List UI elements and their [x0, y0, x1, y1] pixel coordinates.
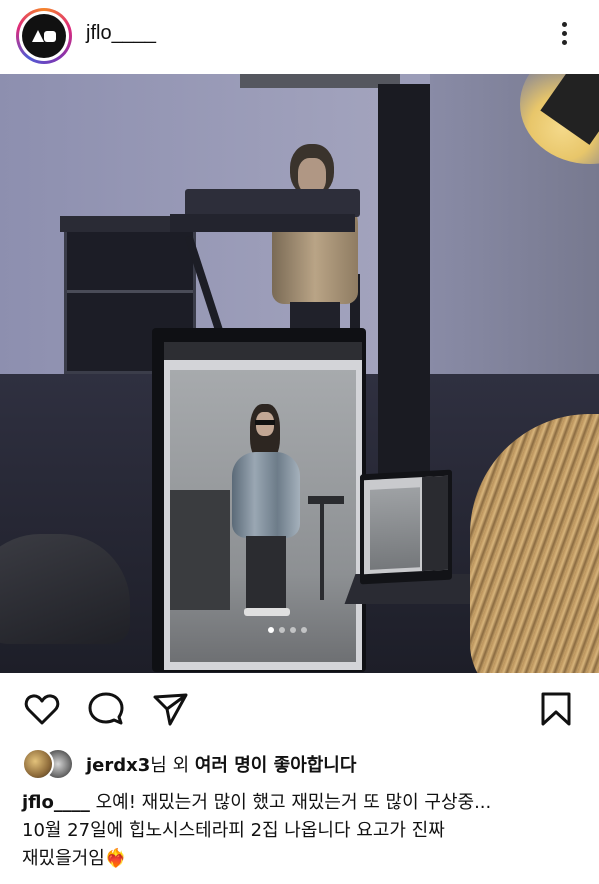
carousel-dot	[279, 627, 285, 633]
vertical-monitor	[152, 328, 366, 672]
profile-avatar[interactable]	[16, 8, 72, 64]
dj-equipment	[185, 189, 360, 217]
logo-avatar-icon	[22, 14, 66, 58]
heart-fire-emoji: ❤️‍🔥	[104, 848, 128, 869]
liker-avatar	[22, 748, 54, 780]
post-username[interactable]: jflo____	[86, 22, 156, 45]
post-caption: jflo____ 오예! 재밌는거 많이 했고 재밌는거 또 많이 구상중...…	[22, 792, 492, 869]
likes-others[interactable]: 여러 명이 좋아합니다	[195, 755, 357, 776]
model-figure	[232, 404, 304, 624]
liker-username[interactable]: jerdx3	[86, 755, 150, 776]
caption-username[interactable]: jflo____	[22, 792, 90, 813]
carousel-indicator	[268, 627, 307, 633]
post-image[interactable]	[0, 74, 599, 673]
action-bar	[0, 673, 599, 745]
likes-text: jerdx3님 외 여러 명이 좋아합니다	[86, 755, 357, 776]
more-vertical-icon[interactable]	[552, 18, 576, 54]
carousel-dot	[290, 627, 296, 633]
carousel-dot	[268, 627, 274, 633]
comment-icon[interactable]	[86, 689, 126, 729]
send-icon[interactable]	[150, 689, 190, 729]
heart-icon[interactable]	[22, 689, 62, 729]
carousel-dot	[301, 627, 307, 633]
post-header: jflo____	[0, 0, 599, 74]
laptop	[360, 469, 452, 585]
bookmark-icon[interactable]	[536, 689, 576, 729]
speaker-pillar	[378, 84, 430, 504]
